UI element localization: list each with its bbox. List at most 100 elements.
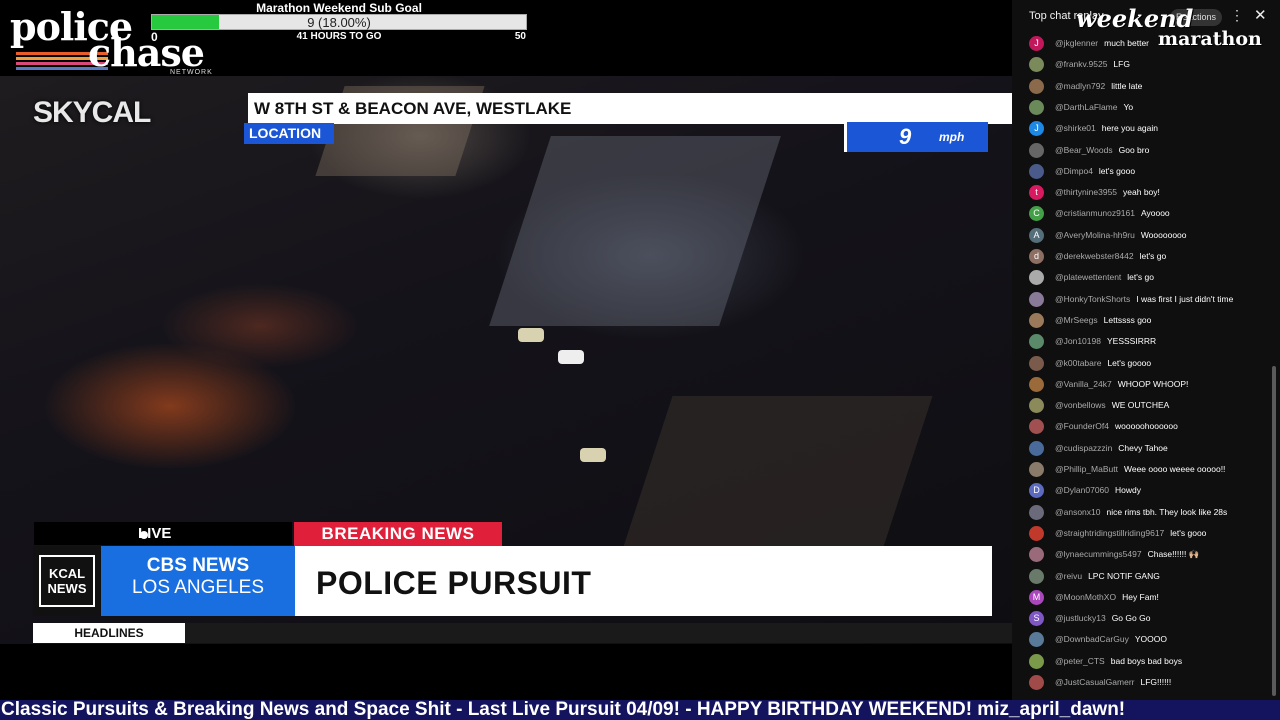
avatar[interactable]	[1029, 653, 1044, 669]
avatar[interactable]: t	[1029, 185, 1044, 201]
chat-username[interactable]: @JustCasualGamerr	[1055, 677, 1134, 687]
avatar[interactable]: C	[1029, 206, 1044, 222]
chat-message[interactable]: J @shirke01 here you again	[1012, 118, 1280, 139]
chat-message[interactable]: @vonbellows WE OUTCHEA	[1012, 395, 1280, 416]
avatar[interactable]	[1029, 99, 1044, 115]
chat-username[interactable]: @frankv.9525	[1055, 59, 1107, 69]
avatar[interactable]	[1029, 440, 1044, 456]
chat-message[interactable]: @Dimpo4 let's gooo	[1012, 161, 1280, 182]
avatar[interactable]: d	[1029, 249, 1044, 264]
chat-message[interactable]: @MrSeegs Lettssss goo	[1012, 310, 1280, 331]
chat-message[interactable]: @HonkyTonkShorts I was first I just didn'…	[1012, 289, 1280, 310]
chat-username[interactable]: @justlucky13	[1055, 613, 1106, 623]
chat-username[interactable]: @Dimpo4	[1055, 166, 1093, 176]
avatar[interactable]: J	[1029, 36, 1044, 51]
chat-username[interactable]: @lynaecummings5497	[1055, 549, 1142, 559]
chat-message[interactable]: @Vanilla_24k7 WHOOP WHOOP!	[1012, 374, 1280, 395]
chat-username[interactable]: @madlyn792	[1055, 81, 1105, 91]
chat-username[interactable]: @straightridingstillriding9617	[1055, 528, 1164, 538]
chat-username[interactable]: @MrSeegs	[1055, 315, 1098, 325]
chat-message[interactable]: @DarthLaFlame Yo	[1012, 97, 1280, 118]
chat-message[interactable]: @cudispazzzin Chevy Tahoe	[1012, 438, 1280, 459]
chat-message[interactable]: @platewettentent let's go	[1012, 267, 1280, 288]
avatar[interactable]	[1029, 78, 1044, 94]
chat-message[interactable]: @ansonx10 nice rims tbh. They look like 2…	[1012, 502, 1280, 523]
avatar[interactable]	[1029, 163, 1044, 179]
chat-username[interactable]: @Jon10198	[1055, 336, 1101, 346]
chat-username[interactable]: @DownbadCarGuy	[1055, 634, 1129, 644]
avatar[interactable]	[1029, 312, 1044, 328]
avatar[interactable]	[1029, 334, 1044, 350]
avatar[interactable]	[1029, 568, 1044, 584]
avatar[interactable]	[1029, 376, 1044, 392]
chat-message[interactable]: @Phillip_MaButt Weee oooo weeee ooooo!!	[1012, 459, 1280, 480]
chat-username[interactable]: @jkglenner	[1055, 38, 1098, 48]
avatar[interactable]	[1029, 57, 1044, 73]
avatar[interactable]	[1029, 504, 1044, 520]
chat-message[interactable]: @k00tabare Let's goooo	[1012, 353, 1280, 374]
chat-scrollbar[interactable]	[1272, 366, 1276, 696]
avatar[interactable]	[1029, 270, 1044, 286]
chat-message[interactable]: @JustCasualGamerr LFG!!!!!!	[1012, 672, 1280, 693]
chat-message[interactable]: @peter_CTS bad boys bad boys	[1012, 651, 1280, 672]
avatar[interactable]	[1029, 142, 1044, 158]
chat-message[interactable]: D @Dylan07060 Howdy	[1012, 480, 1280, 501]
chat-username[interactable]: @Dylan07060	[1055, 485, 1109, 495]
avatar[interactable]	[1029, 632, 1044, 648]
avatar[interactable]: A	[1029, 227, 1044, 243]
chat-message[interactable]: @frankv.9525 LFG	[1012, 54, 1280, 75]
avatar[interactable]	[1029, 291, 1044, 307]
chat-message-text: @frankv.9525 LFG	[1055, 59, 1130, 69]
chat-message[interactable]: @straightridingstillriding9617 let's gooo	[1012, 523, 1280, 544]
chat-message[interactable]: M @MoonMothXO Hey Fam!	[1012, 587, 1280, 608]
chat-message[interactable]: @DownbadCarGuy YOOOO	[1012, 629, 1280, 650]
chat-message[interactable]: t @thirtynine3955 yeah boy!	[1012, 182, 1280, 203]
avatar[interactable]: D	[1029, 483, 1044, 499]
chat-message[interactable]: @reivu LPC NOTIF GANG	[1012, 566, 1280, 587]
avatar[interactable]	[1029, 547, 1044, 563]
avatar[interactable]	[1029, 462, 1044, 477]
chat-username[interactable]: @MoonMothXO	[1055, 592, 1116, 602]
chat-message[interactable]: C @cristianmunoz9161 Ayoooo	[1012, 203, 1280, 224]
chat-message[interactable]: S @justlucky13 Go Go Go	[1012, 608, 1280, 629]
vehicle	[518, 328, 544, 342]
avatar[interactable]: S	[1029, 611, 1044, 627]
more-options-icon[interactable]: ⋮	[1230, 7, 1244, 24]
chat-message[interactable]: @FounderOf4 wooooohoooooo	[1012, 416, 1280, 437]
avatar[interactable]	[1029, 355, 1044, 371]
video-player[interactable]: SKYCAL W 8TH ST & BEACON AVE, WESTLAKE L…	[0, 76, 1012, 644]
chat-username[interactable]: @Bear_Woods	[1055, 145, 1113, 155]
chat-message[interactable]: @Bear_Woods Goo bro	[1012, 140, 1280, 161]
chat-message[interactable]: d @derekwebster8442 let's go	[1012, 246, 1280, 267]
avatar[interactable]	[1029, 675, 1044, 690]
chat-username[interactable]: @FounderOf4	[1055, 421, 1109, 431]
chat-username[interactable]: @Vanilla_24k7	[1055, 379, 1112, 389]
chat-message[interactable]: @madlyn792 little late	[1012, 76, 1280, 97]
chat-message[interactable]: A @AveryMolina-hh9ru Woooooooo	[1012, 225, 1280, 246]
close-icon[interactable]: ✕	[1254, 6, 1267, 24]
chat-message[interactable]: @lynaecummings5497 Chase!!!!!! 🙌🏼	[1012, 544, 1280, 565]
chat-username[interactable]: @shirke01	[1055, 123, 1096, 133]
avatar[interactable]	[1029, 398, 1044, 414]
chat-username[interactable]: @vonbellows	[1055, 400, 1106, 410]
avatar[interactable]: M	[1029, 589, 1044, 605]
chat-username[interactable]: @HonkyTonkShorts	[1055, 294, 1130, 304]
avatar[interactable]	[1029, 525, 1044, 541]
chat-username[interactable]: @k00tabare	[1055, 358, 1101, 368]
avatar[interactable]: J	[1029, 121, 1044, 137]
chat-username[interactable]: @platewettentent	[1055, 272, 1121, 282]
chat-username[interactable]: @derekwebster8442	[1055, 251, 1134, 261]
chat-username[interactable]: @reivu	[1055, 571, 1082, 581]
chat-username[interactable]: @thirtynine3955	[1055, 187, 1117, 197]
chat-username[interactable]: @cristianmunoz9161	[1055, 208, 1135, 218]
chat-message-list[interactable]: J @jkglenner much better @frankv.9525 LFG @ma…	[1012, 33, 1280, 700]
chat-username[interactable]: @peter_CTS	[1055, 656, 1105, 666]
chat-username[interactable]: @AveryMolina-hh9ru	[1055, 230, 1135, 240]
avatar[interactable]	[1029, 419, 1044, 435]
chat-message[interactable]: J @jkglenner much better	[1012, 33, 1280, 54]
chat-username[interactable]: @ansonx10	[1055, 507, 1101, 517]
chat-username[interactable]: @cudispazzzin	[1055, 443, 1112, 453]
chat-username[interactable]: @Phillip_MaButt	[1055, 464, 1118, 474]
chat-message[interactable]: @Jon10198 YESSSIRRR	[1012, 331, 1280, 352]
chat-username[interactable]: @DarthLaFlame	[1055, 102, 1117, 112]
